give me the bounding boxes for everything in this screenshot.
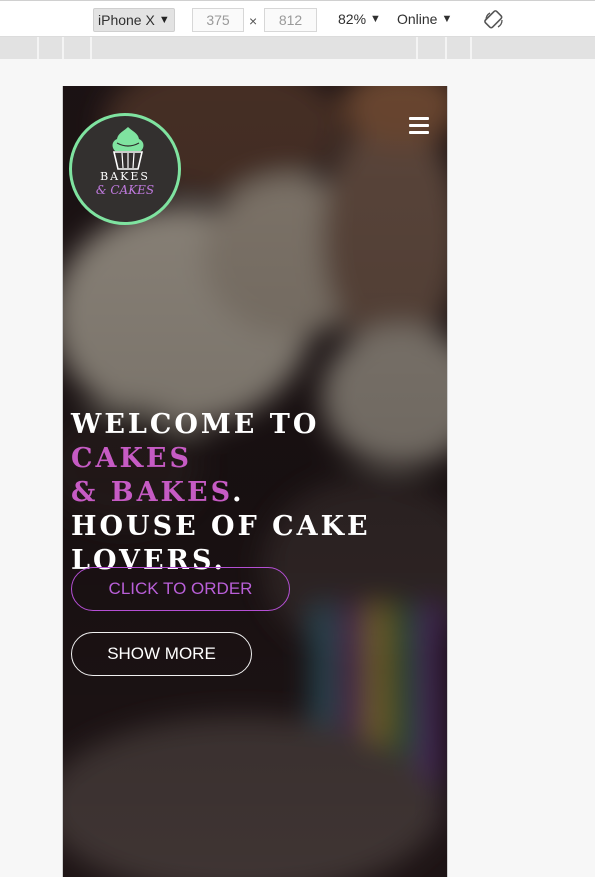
menu-bar: [409, 131, 429, 134]
device-select-label: iPhone X: [98, 12, 155, 28]
ruler-divider: [37, 37, 39, 59]
hamburger-icon[interactable]: [409, 117, 429, 135]
hero-text-period: .: [232, 477, 245, 508]
hero-text-welcome: WELCOME TO: [71, 409, 320, 440]
chevron-down-icon: ▼: [441, 13, 453, 25]
cupcake-icon: [112, 127, 144, 170]
device-select[interactable]: iPhone X ▼: [93, 8, 175, 32]
hero-text-bakes: & BAKES: [71, 477, 233, 508]
show-more-button[interactable]: SHOW MORE: [71, 632, 252, 676]
zoom-label: 82%: [338, 11, 367, 27]
device-toolbar: iPhone X ▼ × 82% ▼ Online ▼: [0, 0, 595, 37]
media-query-bar: [0, 37, 595, 59]
ruler-divider: [470, 37, 472, 59]
width-input[interactable]: [192, 8, 244, 32]
logo-subtitle: & CAKES: [95, 183, 155, 197]
hero-text-cakes: CAKES: [71, 443, 192, 474]
ruler-divider: [416, 37, 418, 59]
rotate-icon[interactable]: [484, 10, 504, 30]
site-logo[interactable]: BAKES & CAKES: [69, 113, 181, 225]
dimension-separator: ×: [249, 13, 258, 29]
network-throttle-select[interactable]: Online ▼: [397, 11, 452, 27]
chevron-down-icon: ▼: [158, 14, 170, 26]
ruler-divider: [445, 37, 447, 59]
ruler-divider: [62, 37, 64, 59]
hero-text-house: HOUSE OF CAKE: [71, 511, 371, 542]
ruler-divider: [90, 37, 92, 59]
click-to-order-button[interactable]: CLICK TO ORDER: [71, 567, 290, 611]
menu-bar: [409, 124, 429, 127]
logo-title: BAKES: [100, 170, 150, 183]
height-input[interactable]: [264, 8, 317, 32]
menu-bar: [409, 117, 429, 120]
device-viewport: BAKES & CAKES WELCOME TO CAKES & BAKES. …: [62, 86, 448, 877]
network-label: Online: [397, 11, 438, 27]
chevron-down-icon: ▼: [370, 13, 381, 25]
zoom-select[interactable]: 82% ▼: [338, 11, 381, 27]
hero-heading: WELCOME TO CAKES & BAKES. HOUSE OF CAKE …: [71, 408, 443, 578]
